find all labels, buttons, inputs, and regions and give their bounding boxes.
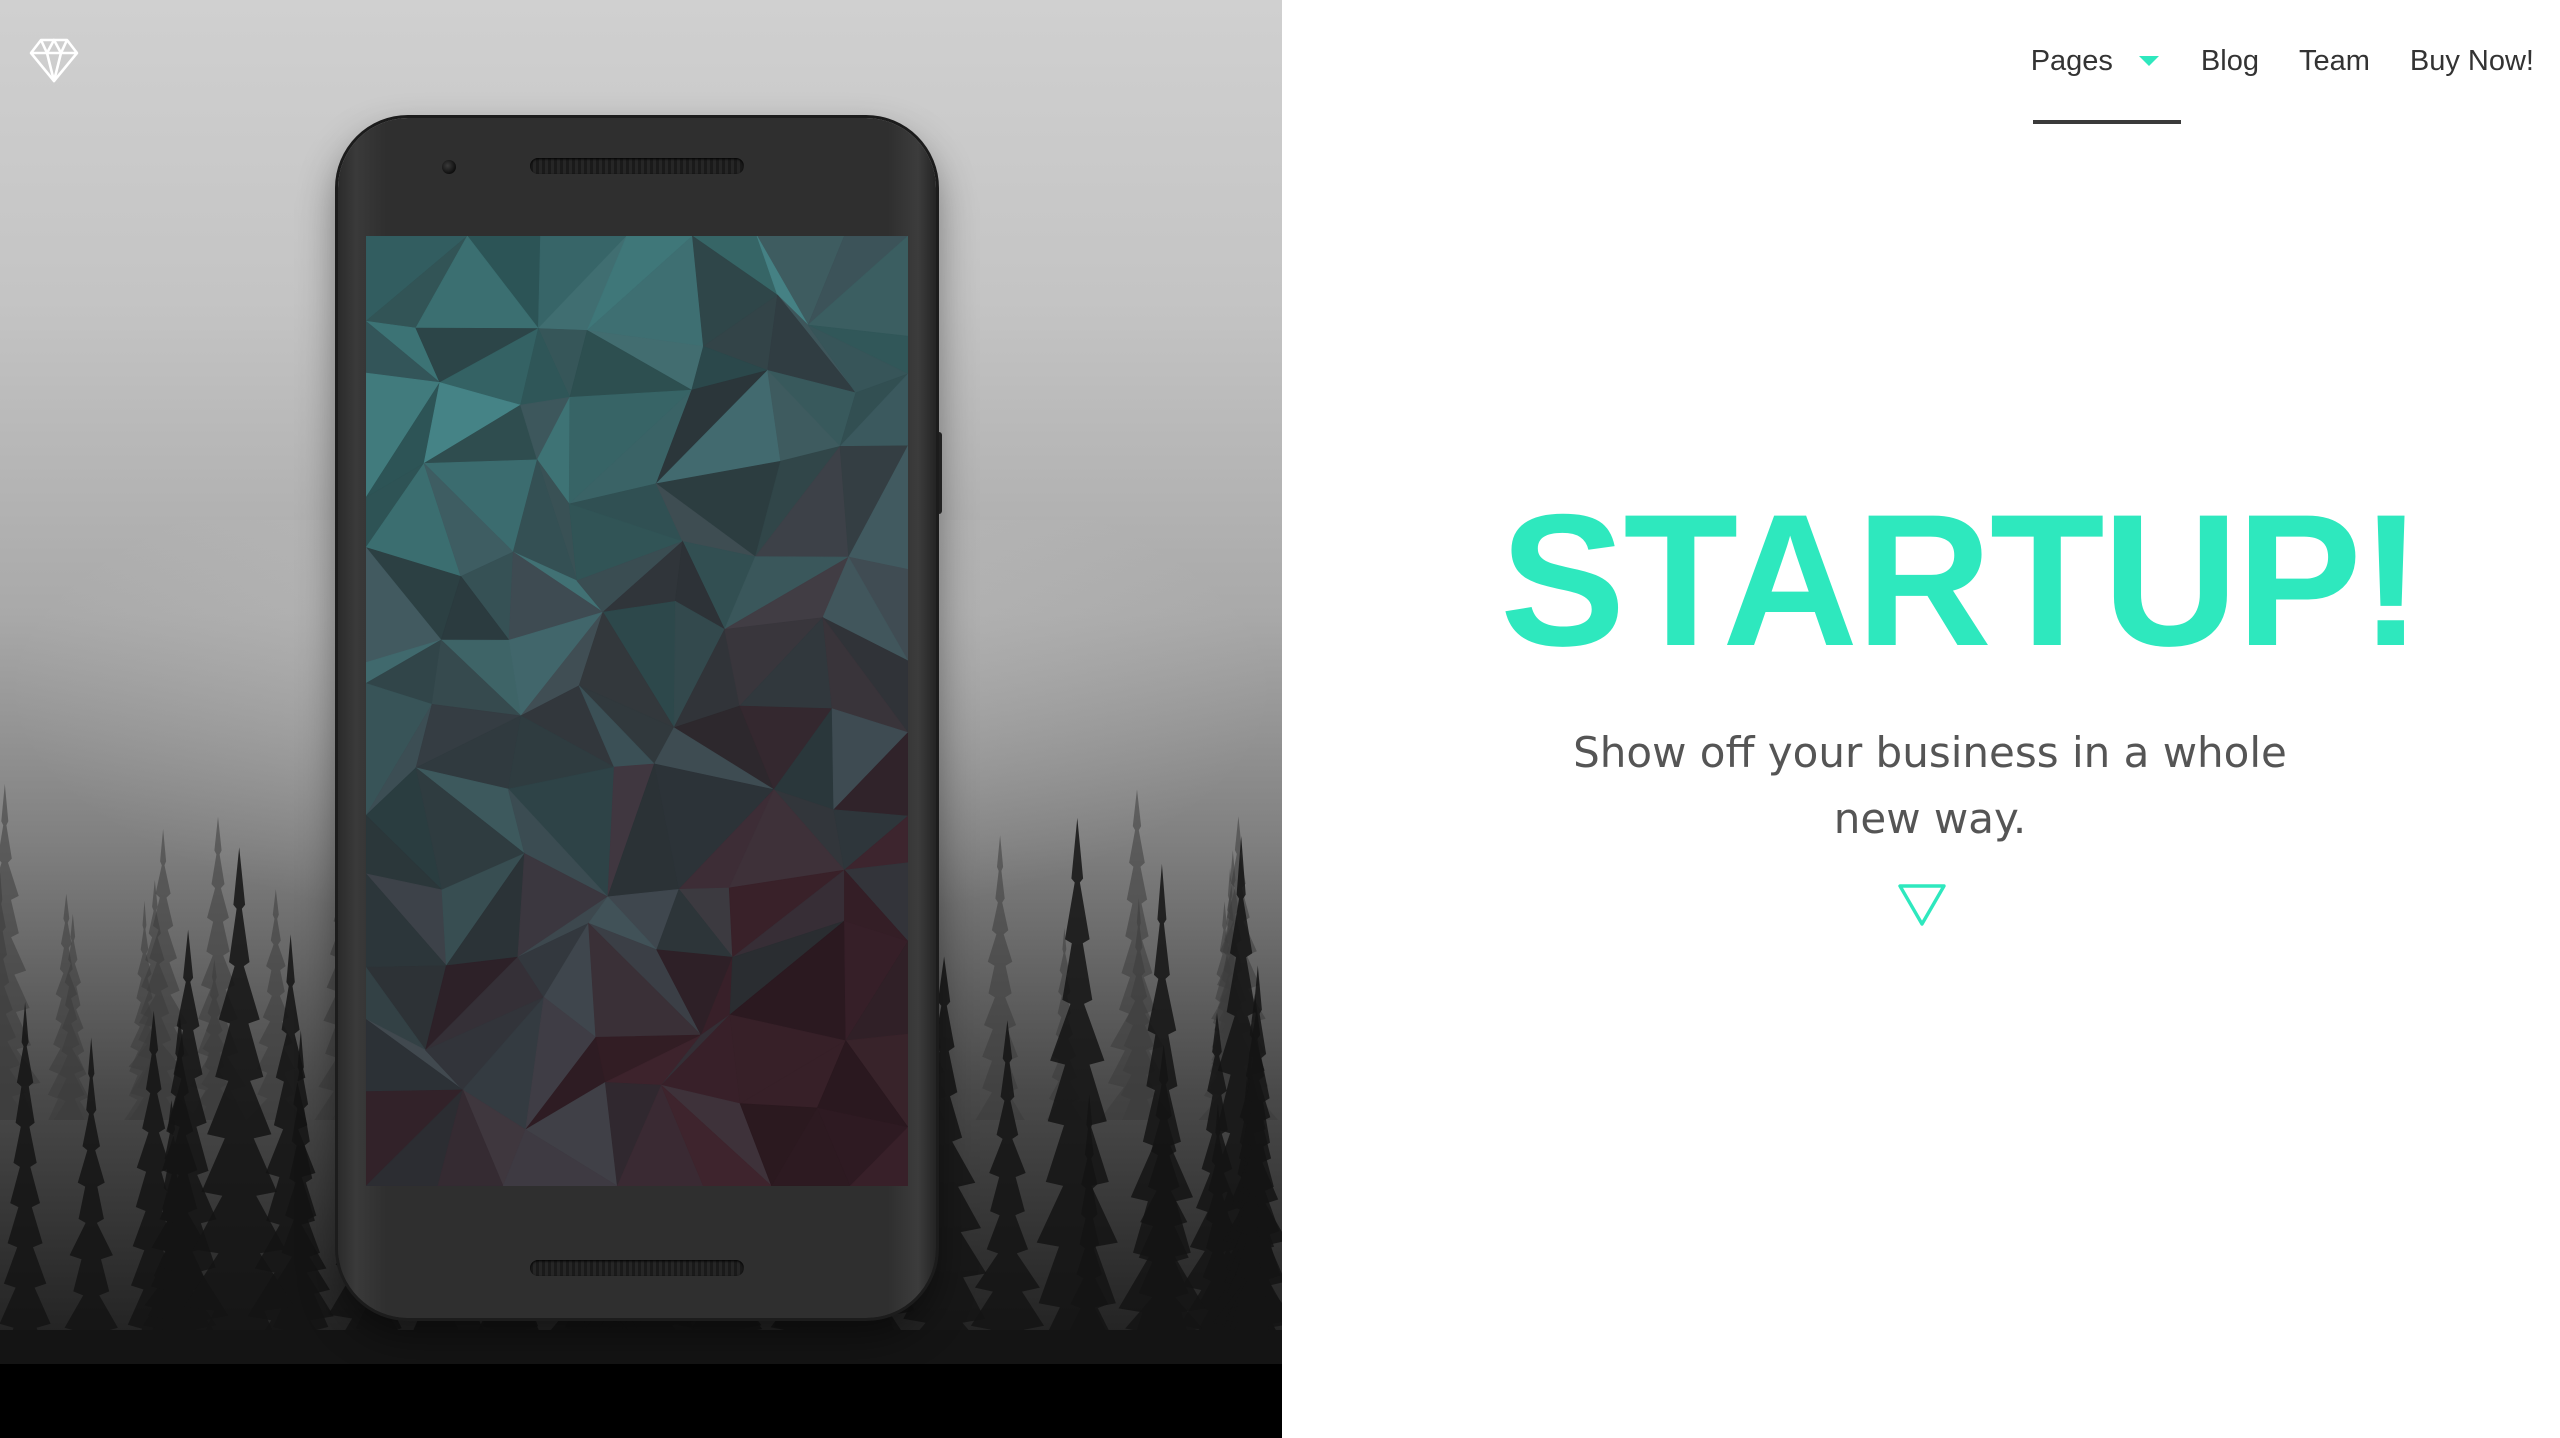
pine-tree [975, 835, 1025, 1120]
nav-item-blog[interactable]: Blog [2181, 36, 2279, 86]
main-nav: Pages Blog Team Buy Now! [2011, 36, 2554, 124]
phone-speaker-bottom [530, 1260, 744, 1276]
nav-item-label: Blog [2200, 44, 2259, 77]
nav-item-label: Buy Now! [2409, 44, 2534, 77]
nav-item-pages[interactable]: Pages [2011, 36, 2181, 124]
forest-ground [0, 1330, 1282, 1364]
scroll-down-button[interactable] [1896, 882, 1948, 928]
hero-bottom-strip [0, 1364, 1282, 1438]
polygon-wallpaper [366, 236, 908, 1186]
nav-item-buy-now[interactable]: Buy Now! [2390, 36, 2554, 86]
caret-down-icon [2138, 56, 2159, 66]
hero-subtitle: Show off your business in a whole new wa… [1573, 728, 2287, 843]
nav-item-label: Team [2298, 44, 2370, 77]
phone-camera [442, 160, 456, 174]
hero-title: STARTUP! [1500, 475, 2422, 685]
diamond-icon [29, 38, 79, 83]
phone-screen [366, 236, 908, 1186]
triangle-down-icon [1898, 884, 1946, 926]
pine-tree [1032, 817, 1122, 1364]
nav-item-label: Pages [2030, 44, 2113, 77]
phone-mockup [338, 118, 936, 1318]
phone-speaker-top [530, 158, 744, 174]
nav-active-underline [2032, 120, 2181, 124]
diamond-logo-icon[interactable] [28, 34, 80, 86]
nav-item-team[interactable]: Team [2279, 36, 2390, 86]
